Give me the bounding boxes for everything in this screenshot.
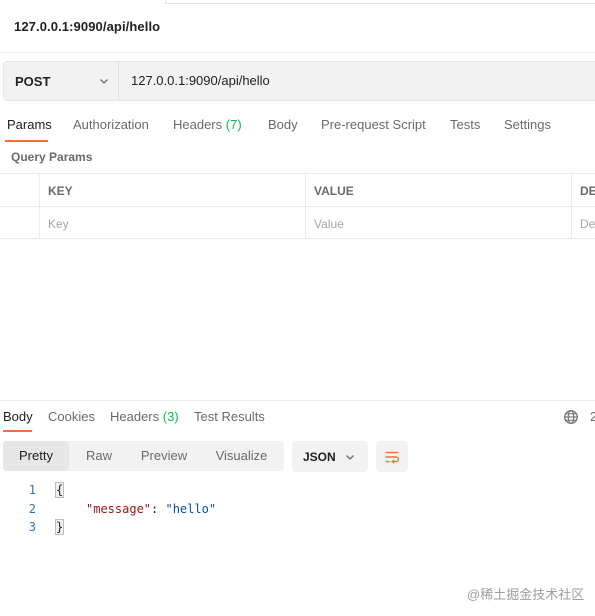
method-label: POST — [15, 74, 51, 89]
request-title[interactable]: 127.0.0.1:9090/api/hello — [14, 19, 160, 34]
open-brace: { — [54, 482, 65, 498]
tab-authorization[interactable]: Authorization — [73, 117, 149, 132]
response-tab-headers-count: (3) — [162, 409, 179, 424]
column-header-value: VALUE — [305, 174, 571, 206]
tab-headers-label: Headers — [173, 117, 223, 132]
value-placeholder: Value — [314, 217, 344, 231]
response-divider — [0, 400, 595, 401]
response-tab-headers[interactable]: Headers (3) — [110, 409, 179, 424]
description-placeholder: De — [580, 217, 595, 231]
json-value: "hello" — [165, 502, 217, 516]
tab-headers[interactable]: Headers (7) — [173, 117, 242, 132]
active-response-tab-indicator — [3, 430, 32, 432]
view-mode-selector: Pretty Raw Preview Visualize — [3, 441, 284, 471]
tab-tests[interactable]: Tests — [450, 117, 480, 132]
column-header-label: KEY — [48, 184, 73, 198]
wrap-lines-icon — [385, 451, 399, 464]
key-placeholder: Key — [48, 217, 69, 231]
chevron-down-icon — [346, 455, 354, 460]
view-preview-button[interactable]: Preview — [129, 441, 199, 471]
key-input[interactable]: Key — [39, 207, 305, 239]
json-colon: : — [151, 502, 166, 516]
response-tabs: Body Cookies Headers (3) Test Results 2 — [0, 408, 595, 434]
code-line: 3 } — [0, 519, 595, 538]
tab-body[interactable]: Body — [268, 117, 298, 132]
line-number: 1 — [28, 483, 36, 497]
format-select[interactable]: JSON — [292, 441, 368, 472]
table-row: Key Value De — [0, 206, 595, 239]
tab-strip-line — [166, 3, 595, 4]
url-bar: POST 127.0.0.1:9090/api/hello — [3, 61, 595, 101]
tab-params[interactable]: Params — [7, 117, 52, 132]
tab-prerequest-script[interactable]: Pre-request Script — [321, 117, 426, 132]
line-number: 2 — [28, 502, 36, 516]
method-select[interactable]: POST — [4, 62, 119, 100]
top-tab-strip — [0, 0, 595, 4]
header-divider — [0, 52, 595, 53]
response-tab-body[interactable]: Body — [3, 409, 33, 424]
tab-settings[interactable]: Settings — [504, 117, 551, 132]
url-input[interactable]: 127.0.0.1:9090/api/hello — [131, 73, 270, 88]
column-header-label: DE — [580, 184, 595, 198]
chevron-down-icon — [100, 79, 108, 84]
code-line: 1 { — [0, 482, 595, 501]
query-params-label: Query Params — [11, 150, 93, 164]
code-line: 2 "message": "hello" — [0, 502, 595, 520]
close-brace: } — [54, 519, 65, 535]
watermark: @稀土掘金技术社区 — [467, 587, 585, 602]
wrap-lines-button[interactable] — [376, 441, 408, 472]
json-pair: "message": "hello" — [86, 502, 216, 516]
format-label: JSON — [303, 450, 336, 464]
response-tab-cookies[interactable]: Cookies — [48, 409, 95, 424]
column-header-key: KEY — [39, 174, 305, 206]
view-raw-button[interactable]: Raw — [69, 441, 129, 471]
line-number: 3 — [28, 520, 36, 534]
response-tab-headers-label: Headers — [110, 409, 160, 424]
view-pretty-button[interactable]: Pretty — [3, 441, 69, 471]
request-tabs: Params Authorization Headers (7) Body Pr… — [0, 114, 595, 142]
view-visualize-button[interactable]: Visualize — [199, 441, 284, 471]
column-header-label: VALUE — [314, 184, 354, 198]
column-header-description: DE — [571, 174, 595, 206]
json-key: "message" — [86, 502, 152, 516]
table-header-row: KEY VALUE DE — [0, 173, 595, 206]
active-tab-indicator — [5, 140, 48, 142]
status-code-partial: 2 — [590, 409, 595, 424]
value-input[interactable]: Value — [305, 207, 571, 239]
globe-icon[interactable] — [563, 409, 579, 425]
response-tab-test-results[interactable]: Test Results — [194, 409, 265, 424]
description-input[interactable]: De — [571, 207, 595, 239]
tab-headers-count: (7) — [225, 117, 242, 132]
